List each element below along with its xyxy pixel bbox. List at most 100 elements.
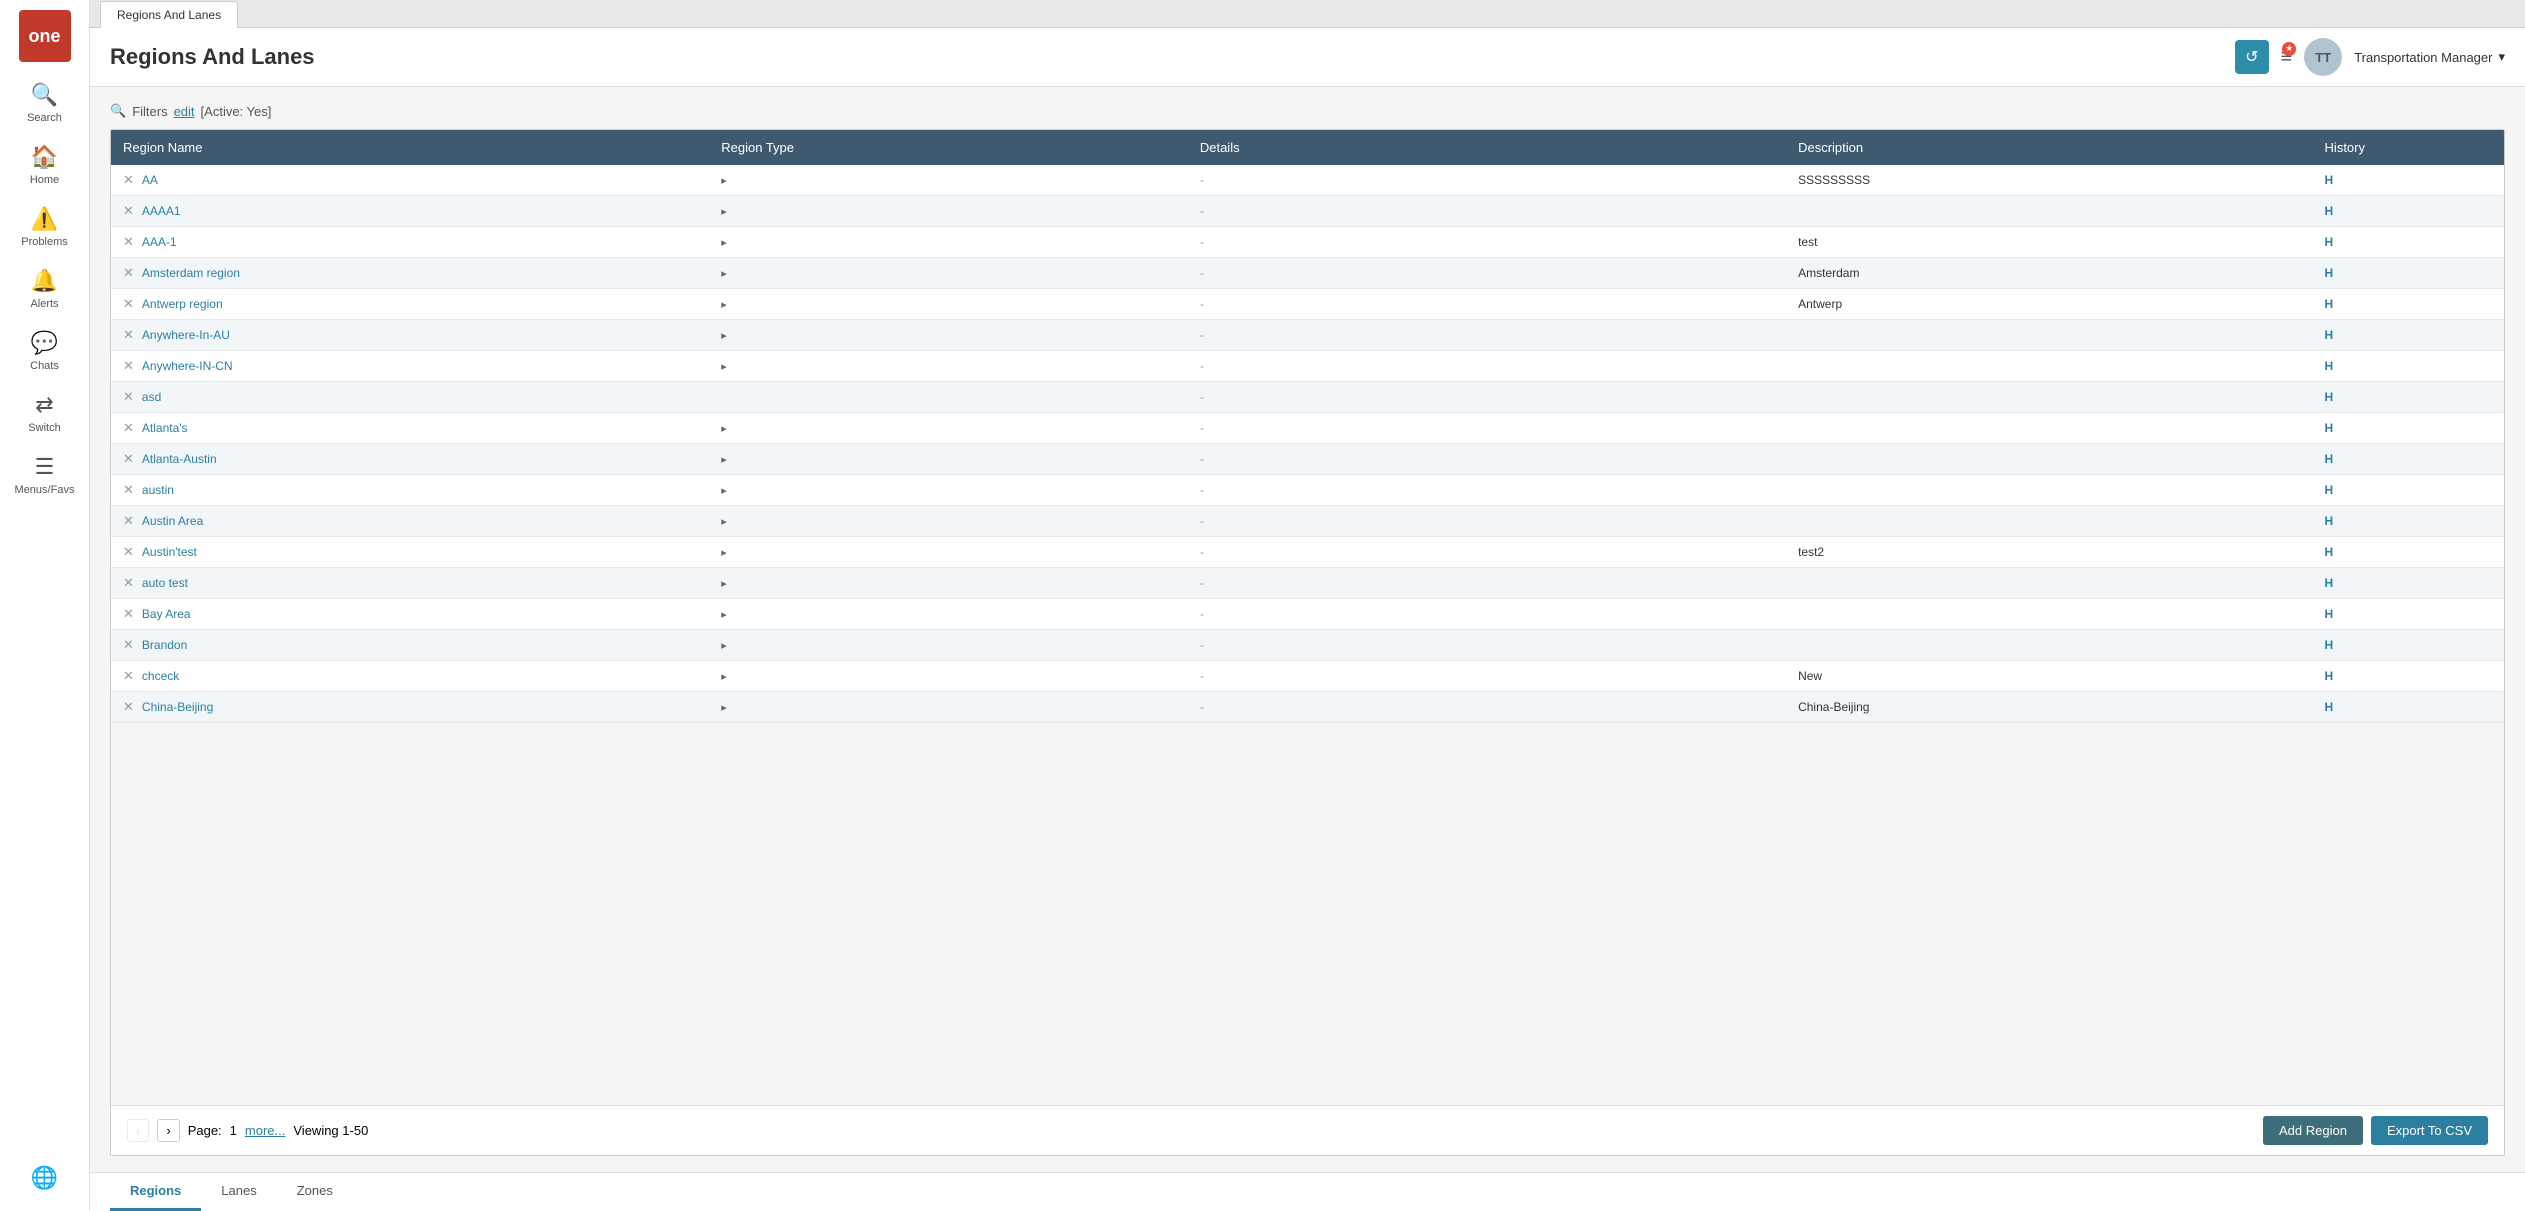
prev-page-button[interactable]: ‹ — [127, 1119, 149, 1142]
history-link[interactable]: H — [2325, 514, 2334, 528]
history-link[interactable]: H — [2325, 266, 2334, 280]
sidebar-item-switch[interactable]: ⇄ Switch — [0, 382, 89, 444]
tab-lanes[interactable]: Lanes — [201, 1173, 276, 1211]
delete-region-button[interactable]: ✕ — [123, 575, 134, 590]
region-name-link[interactable]: auto test — [142, 576, 188, 590]
region-name-link[interactable]: AAAA1 — [142, 204, 181, 218]
region-name-link[interactable]: chceck — [142, 669, 179, 683]
viewing-label: Viewing 1-50 — [293, 1123, 368, 1138]
history-link[interactable]: H — [2325, 576, 2334, 590]
region-name-link[interactable]: Amsterdam region — [142, 266, 240, 280]
delete-region-button[interactable]: ✕ — [123, 451, 134, 466]
region-name-link[interactable]: Bay Area — [142, 607, 191, 621]
delete-region-button[interactable]: ✕ — [123, 699, 134, 714]
history-link[interactable]: H — [2325, 173, 2334, 187]
add-region-button[interactable]: Add Region — [2263, 1116, 2363, 1145]
delete-region-button[interactable]: ✕ — [123, 358, 134, 373]
history-link[interactable]: H — [2325, 421, 2334, 435]
region-name-link[interactable]: Atlanta's — [142, 421, 188, 435]
region-name-link[interactable]: AAA-1 — [142, 235, 177, 249]
history-link[interactable]: H — [2325, 297, 2334, 311]
region-type-cell: ▸ — [709, 227, 1188, 258]
page-title: Regions And Lanes — [110, 44, 315, 70]
sidebar-item-problems[interactable]: ⚠️ Problems — [0, 196, 89, 258]
export-csv-button[interactable]: Export To CSV — [2371, 1116, 2488, 1145]
region-name-link[interactable]: Austin'test — [142, 545, 197, 559]
delete-region-button[interactable]: ✕ — [123, 234, 134, 249]
user-role-dropdown[interactable]: Transportation Manager ▾ — [2354, 49, 2505, 65]
region-name-link[interactable]: Brandon — [142, 638, 187, 652]
delete-region-button[interactable]: ✕ — [123, 296, 134, 311]
delete-region-button[interactable]: ✕ — [123, 420, 134, 435]
history-link[interactable]: H — [2325, 452, 2334, 466]
tab-regions[interactable]: Regions — [110, 1173, 201, 1211]
region-name-link[interactable]: Anywhere-In-AU — [142, 328, 230, 342]
history-link[interactable]: H — [2325, 545, 2334, 559]
refresh-button[interactable]: ↺ — [2235, 40, 2268, 74]
delete-region-button[interactable]: ✕ — [123, 327, 134, 342]
details-cell: - — [1188, 630, 1786, 661]
description-cell: New — [1786, 661, 2312, 692]
region-name-link[interactable]: austin — [142, 483, 174, 497]
history-link[interactable]: H — [2325, 700, 2334, 714]
delete-region-button[interactable]: ✕ — [123, 513, 134, 528]
delete-region-button[interactable]: ✕ — [123, 172, 134, 187]
history-link[interactable]: H — [2325, 638, 2334, 652]
next-page-button[interactable]: › — [157, 1119, 179, 1142]
delete-region-button[interactable]: ✕ — [123, 389, 134, 404]
history-cell: H — [2313, 227, 2504, 258]
delete-region-button[interactable]: ✕ — [123, 606, 134, 621]
description-cell: test2 — [1786, 537, 2312, 568]
region-name-link[interactable]: AA — [142, 173, 158, 187]
history-link[interactable]: H — [2325, 204, 2334, 218]
history-link[interactable]: H — [2325, 483, 2334, 497]
region-name-link[interactable]: Antwerp region — [142, 297, 223, 311]
sidebar-item-menus-favs[interactable]: ☰ Menus/Favs — [0, 444, 89, 506]
delete-region-button[interactable]: ✕ — [123, 544, 134, 559]
region-name-link[interactable]: China-Beijing — [142, 700, 213, 714]
switch-icon: ⇄ — [35, 392, 53, 418]
chat-icon: 💬 — [31, 330, 58, 356]
table-row: ✕China-Beijing▸-China-BeijingH — [111, 692, 2504, 723]
more-pages-link[interactable]: more... — [245, 1123, 285, 1138]
notification-badge: ★ — [2282, 42, 2296, 56]
history-cell: H — [2313, 289, 2504, 320]
regions-table: Region Name Region Type Details Descript… — [111, 130, 2504, 723]
tab-zones[interactable]: Zones — [277, 1173, 353, 1211]
region-name-link[interactable]: asd — [142, 390, 161, 404]
col-header-region-name: Region Name — [111, 130, 709, 165]
tab-regions-and-lanes[interactable]: Regions And Lanes — [100, 1, 238, 28]
sidebar-item-label: Menus/Favs — [15, 484, 75, 496]
history-link[interactable]: H — [2325, 669, 2334, 683]
action-buttons: Add Region Export To CSV — [2263, 1116, 2488, 1145]
history-link[interactable]: H — [2325, 328, 2334, 342]
region-name-link[interactable]: Anywhere-IN-CN — [142, 359, 233, 373]
menu-button[interactable]: ≡ ★ — [2281, 46, 2293, 69]
filters-active-value: [Active: Yes] — [201, 104, 272, 119]
details-cell: - — [1188, 196, 1786, 227]
sidebar-item-globe[interactable]: 🌐 — [0, 1155, 89, 1201]
sidebar-item-chats[interactable]: 💬 Chats — [0, 320, 89, 382]
history-link[interactable]: H — [2325, 235, 2334, 249]
delete-region-button[interactable]: ✕ — [123, 203, 134, 218]
region-type-cell: ▸ — [709, 506, 1188, 537]
region-name-link[interactable]: Austin Area — [142, 514, 203, 528]
sidebar-item-home[interactable]: 🏠 Home — [0, 134, 89, 196]
delete-region-button[interactable]: ✕ — [123, 482, 134, 497]
delete-region-button[interactable]: ✕ — [123, 637, 134, 652]
sidebar-item-alerts[interactable]: 🔔 Alerts — [0, 258, 89, 320]
delete-region-button[interactable]: ✕ — [123, 265, 134, 280]
history-link[interactable]: H — [2325, 607, 2334, 621]
details-cell: - — [1188, 599, 1786, 630]
sidebar-item-search[interactable]: 🔍 Search — [0, 72, 89, 134]
history-link[interactable]: H — [2325, 359, 2334, 373]
col-header-details: Details — [1188, 130, 1786, 165]
description-cell — [1786, 413, 2312, 444]
history-link[interactable]: H — [2325, 390, 2334, 404]
delete-region-button[interactable]: ✕ — [123, 668, 134, 683]
globe-icon: 🌐 — [31, 1165, 58, 1191]
table-scroll-area[interactable]: Region Name Region Type Details Descript… — [111, 130, 2504, 1105]
filters-edit-link[interactable]: edit — [174, 104, 195, 119]
table-row: ✕Anywhere-In-AU▸-H — [111, 320, 2504, 351]
region-name-link[interactable]: Atlanta-Austin — [142, 452, 217, 466]
